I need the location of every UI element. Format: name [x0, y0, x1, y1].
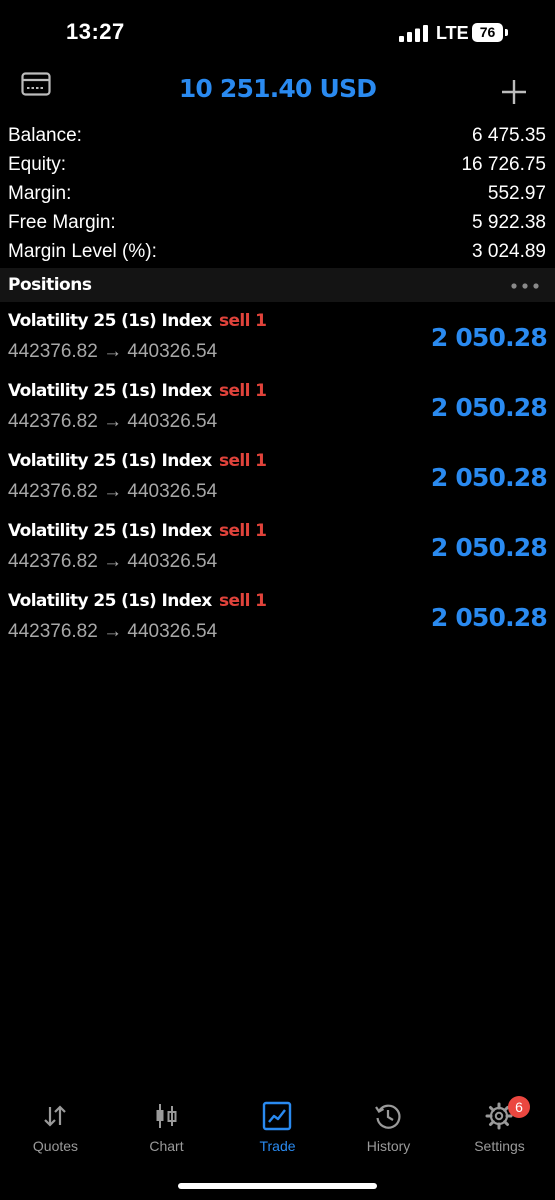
- tab-history[interactable]: History: [333, 1095, 444, 1159]
- position-symbol-line: Volatility 25 (1s) Index sell 1: [8, 451, 267, 471]
- position-profit: 2 050.28: [430, 463, 548, 492]
- tab-chart[interactable]: Chart: [111, 1095, 222, 1159]
- position-symbol: Volatility 25 (1s) Index: [8, 381, 212, 401]
- position-profit: 2 050.28: [430, 603, 548, 632]
- battery-level: 76: [472, 23, 503, 42]
- account-total-title: 10 251.40 USD: [178, 74, 377, 103]
- summary-value: 552.97: [487, 183, 546, 204]
- notification-badge: 6: [508, 1096, 530, 1118]
- tab-label: Chart: [149, 1138, 184, 1154]
- summary-row-equity: Equity: 16 726.75: [0, 151, 555, 180]
- position-prices: 442376.82 → 440326.54: [8, 411, 218, 432]
- summary-label: Balance:: [8, 125, 82, 146]
- position-symbol-line: Volatility 25 (1s) Index sell 1: [8, 521, 267, 541]
- position-side: sell 1: [218, 451, 267, 471]
- position-row[interactable]: Volatility 25 (1s) Index sell 1 442376.8…: [0, 376, 555, 446]
- summary-label: Margin Level (%):: [8, 241, 157, 262]
- status-bar: 13:27 LTE 76: [0, 0, 555, 66]
- position-prices: 442376.82 → 440326.54: [8, 341, 218, 362]
- summary-value: 16 726.75: [461, 154, 546, 175]
- position-symbol-line: Volatility 25 (1s) Index sell 1: [8, 311, 267, 331]
- more-options-icon[interactable]: [510, 282, 540, 290]
- position-row[interactable]: Volatility 25 (1s) Index sell 1 442376.8…: [0, 446, 555, 516]
- position-row[interactable]: Volatility 25 (1s) Index sell 1 442376.8…: [0, 306, 555, 376]
- summary-value: 5 922.38: [472, 212, 546, 233]
- position-symbol: Volatility 25 (1s) Index: [8, 451, 212, 471]
- position-symbol: Volatility 25 (1s) Index: [8, 521, 212, 541]
- position-profit: 2 050.28: [430, 533, 548, 562]
- account-summary: Balance: 6 475.35 Equity: 16 726.75 Marg…: [0, 122, 555, 267]
- position-prices: 442376.82 → 440326.54: [8, 481, 218, 502]
- trade-chart-icon: [262, 1101, 292, 1131]
- position-side: sell 1: [218, 311, 267, 331]
- cellular-signal-icon: [399, 25, 428, 42]
- home-indicator[interactable]: [178, 1183, 377, 1189]
- tab-label: Quotes: [32, 1138, 79, 1154]
- tab-label: Settings: [474, 1138, 525, 1154]
- position-symbol: Volatility 25 (1s) Index: [8, 311, 212, 331]
- battery-icon: 76: [472, 23, 508, 42]
- battery-cap: [505, 29, 508, 36]
- quotes-arrows-icon: [44, 1105, 66, 1127]
- history-clock-icon: [375, 1104, 401, 1129]
- summary-row-balance: Balance: 6 475.35: [0, 122, 555, 151]
- tab-quotes[interactable]: Quotes: [0, 1095, 111, 1159]
- bottom-tab-bar: Quotes Chart Trade History 6 Settings: [0, 1095, 555, 1165]
- position-side: sell 1: [218, 521, 267, 541]
- position-profit: 2 050.28: [430, 323, 548, 352]
- candlestick-icon: [156, 1104, 177, 1128]
- positions-title: Positions: [8, 275, 92, 295]
- summary-row-margin: Margin: 552.97: [0, 180, 555, 209]
- position-profit: 2 050.28: [430, 393, 548, 422]
- tab-label: Trade: [259, 1138, 296, 1154]
- position-row[interactable]: Volatility 25 (1s) Index sell 1 442376.8…: [0, 516, 555, 586]
- summary-label: Margin:: [8, 183, 72, 204]
- plus-icon[interactable]: [500, 78, 528, 106]
- position-row[interactable]: Volatility 25 (1s) Index sell 1 442376.8…: [0, 586, 555, 656]
- summary-label: Equity:: [8, 154, 67, 175]
- summary-value: 6 475.35: [472, 125, 546, 146]
- position-prices: 442376.82 → 440326.54: [8, 621, 218, 642]
- position-symbol: Volatility 25 (1s) Index: [8, 591, 212, 611]
- position-symbol-line: Volatility 25 (1s) Index sell 1: [8, 591, 267, 611]
- position-symbol-line: Volatility 25 (1s) Index sell 1: [8, 381, 267, 401]
- tab-settings[interactable]: 6 Settings: [444, 1095, 555, 1159]
- position-prices: 442376.82 → 440326.54: [8, 551, 218, 572]
- app-header: 10 251.40 USD: [0, 66, 555, 116]
- tab-label: History: [366, 1138, 411, 1154]
- summary-label: Free Margin:: [8, 212, 116, 233]
- position-side: sell 1: [218, 591, 267, 611]
- position-side: sell 1: [218, 381, 267, 401]
- network-type: LTE: [436, 23, 469, 43]
- summary-value: 3 024.89: [472, 241, 546, 262]
- positions-list: Volatility 25 (1s) Index sell 1 442376.8…: [0, 306, 555, 656]
- summary-row-margin-level: Margin Level (%): 3 024.89: [0, 238, 555, 267]
- tab-trade[interactable]: Trade: [222, 1095, 333, 1159]
- positions-section-header: Positions: [0, 268, 555, 302]
- status-time: 13:27: [66, 19, 125, 44]
- summary-row-free-margin: Free Margin: 5 922.38: [0, 209, 555, 238]
